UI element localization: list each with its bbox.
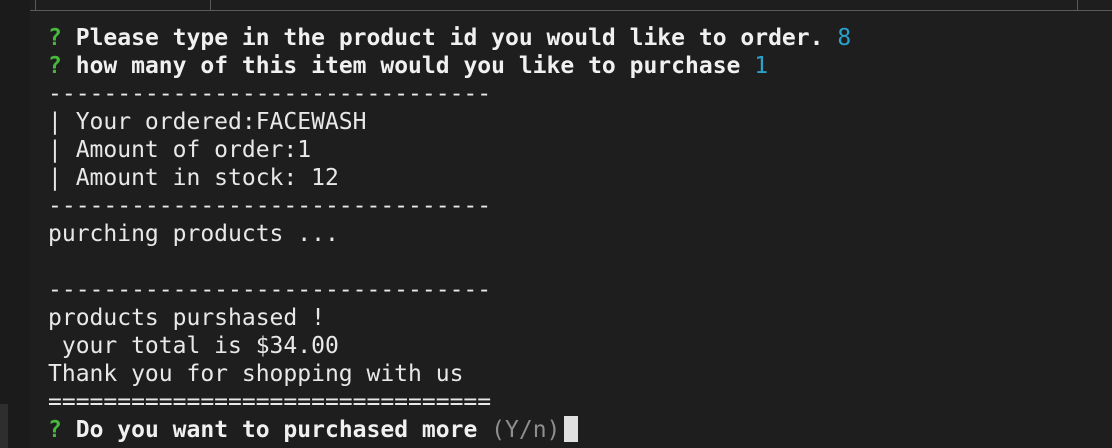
order-line-amount: | Amount of order:1: [48, 137, 312, 163]
table-cell-border: [1077, 0, 1078, 11]
order-line-stock: | Amount in stock: 12: [48, 165, 339, 191]
text-cursor[interactable]: [564, 416, 579, 442]
table-cell-border: [210, 0, 211, 11]
prompt-text: how many of this item would you like to …: [75, 53, 741, 79]
prompt-line-quantity: ? how many of this item would you like t…: [48, 52, 851, 80]
prompt-line-purchase-more[interactable]: ? Do you want to purchased more (Y/n): [48, 416, 851, 444]
table-cell-border: [35, 0, 36, 11]
double-divider-line: ================================: [48, 389, 492, 415]
previous-output-table-border: [30, 0, 1112, 11]
prompt-text: Please type in the product id you would …: [75, 25, 824, 51]
divider-line: --------------------------------: [48, 277, 492, 303]
terminal-window[interactable]: ? Please type in the product id you woul…: [0, 0, 1112, 448]
order-line-product: | Your ordered:FACEWASH: [48, 109, 367, 135]
prompt-text: Do you want to purchased more: [75, 417, 478, 443]
gutter-marker: [0, 404, 8, 448]
prompt-answer: 8: [837, 25, 852, 51]
prompt-line-product-id: ? Please type in the product id you woul…: [48, 24, 851, 52]
order-total: your total is $34.00: [48, 333, 339, 359]
terminal-gutter: [0, 0, 30, 448]
purchase-confirmation: products purshased !: [48, 305, 325, 331]
terminal-output: ? Please type in the product id you woul…: [48, 24, 851, 444]
divider-line: --------------------------------: [48, 193, 492, 219]
question-mark-icon: ?: [48, 25, 62, 51]
question-mark-icon: ?: [48, 417, 62, 443]
prompt-default-hint: (Y/n): [491, 417, 561, 443]
question-mark-icon: ?: [48, 53, 62, 79]
thank-you-message: Thank you for shopping with us: [48, 361, 464, 387]
prompt-answer: 1: [754, 53, 769, 79]
divider-line: --------------------------------: [48, 81, 492, 107]
processing-message: purching products ...: [48, 221, 339, 247]
